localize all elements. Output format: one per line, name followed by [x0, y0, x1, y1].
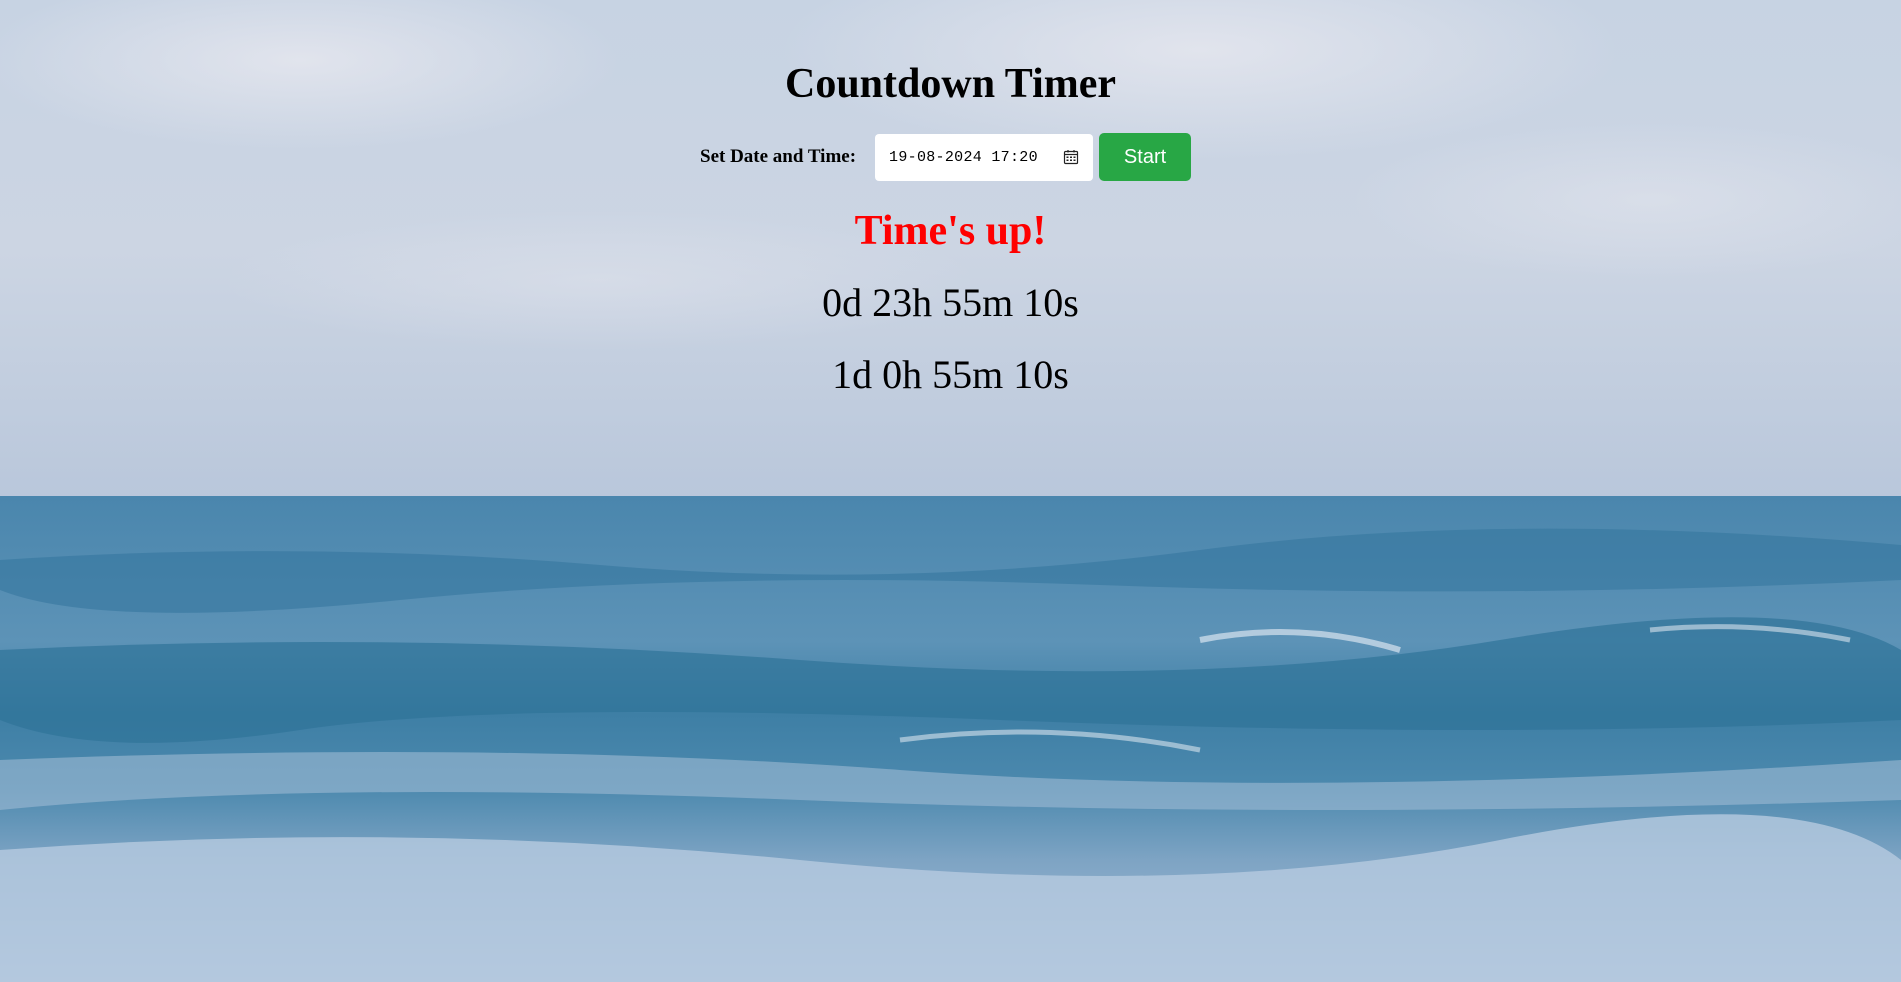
timer-display: 1d 0h 55m 10s	[832, 352, 1069, 397]
status-message: Time's up!	[854, 208, 1047, 254]
page-title: Countdown Timer	[784, 61, 1117, 107]
start-button[interactable]: Start	[1099, 133, 1192, 181]
timer-display: 0d 23h 55m 10s	[822, 280, 1079, 325]
date-time-label: Set Date and Time:	[700, 146, 857, 167]
datetime-input[interactable]: 19-08-2024 17:20	[875, 133, 1094, 181]
datetime-input-value[interactable]: 19-08-2024 17:20	[889, 149, 1063, 166]
date-controls: Set Date and Time: 19-08-2024 17:20 Star…	[700, 133, 1192, 181]
calendar-icon[interactable]	[1063, 149, 1079, 165]
